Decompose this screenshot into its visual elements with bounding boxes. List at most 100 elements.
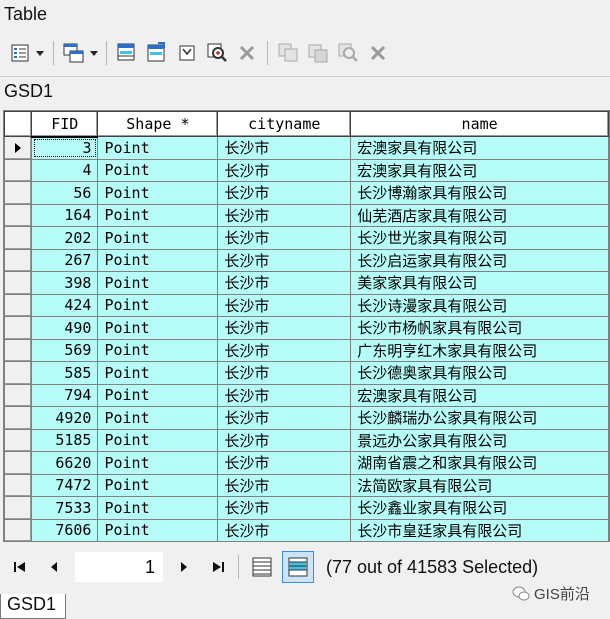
cell-cityname[interactable]: 长沙市: [217, 293, 352, 317]
cell-name[interactable]: 长沙麟瑞办公家具有限公司: [350, 406, 609, 430]
cell-shape[interactable]: Point: [97, 316, 219, 340]
cell-name[interactable]: 长沙德奥家具有限公司: [350, 361, 609, 385]
cell-name[interactable]: 美家家具有限公司: [350, 271, 609, 295]
cell-fid[interactable]: 424: [31, 293, 99, 317]
cell-name[interactable]: 长沙启运家具有限公司: [350, 248, 609, 272]
row-selector[interactable]: [4, 518, 33, 541]
cell-cityname[interactable]: 长沙市: [217, 136, 352, 160]
row-selector[interactable]: [4, 428, 33, 452]
cell-fid[interactable]: 585: [31, 361, 99, 385]
first-record-button[interactable]: [3, 552, 37, 582]
clear-selection-button[interactable]: [174, 40, 200, 66]
cell-shape[interactable]: Point: [97, 293, 219, 317]
cell-fid[interactable]: 267: [31, 248, 99, 272]
related-tables-button[interactable]: [61, 40, 99, 66]
zoom-button[interactable]: [335, 40, 361, 66]
row-selector[interactable]: [4, 451, 33, 475]
cell-shape[interactable]: Point: [97, 518, 219, 541]
row-selector[interactable]: [4, 316, 33, 340]
cell-name[interactable]: 长沙鑫业家具有限公司: [350, 496, 609, 520]
last-record-button[interactable]: [201, 552, 235, 582]
cell-shape[interactable]: Point: [97, 428, 219, 452]
cell-fid[interactable]: 569: [31, 338, 99, 362]
cell-shape[interactable]: Point: [97, 226, 219, 250]
row-selector[interactable]: [4, 293, 33, 317]
cell-cityname[interactable]: 长沙市: [217, 271, 352, 295]
zoom-to-selected-button[interactable]: [204, 40, 230, 66]
cell-cityname[interactable]: 长沙市: [217, 158, 352, 182]
cell-cityname[interactable]: 长沙市: [217, 361, 352, 385]
row-selector[interactable]: [4, 203, 33, 227]
cell-fid[interactable]: 5185: [31, 428, 99, 452]
cell-shape[interactable]: Point: [97, 158, 219, 182]
cell-shape[interactable]: Point: [97, 496, 219, 520]
cell-name[interactable]: 景远办公家具有限公司: [350, 428, 609, 452]
cell-name[interactable]: 长沙市皇廷家具有限公司: [350, 518, 609, 541]
cell-fid[interactable]: 794: [31, 383, 99, 407]
cell-fid[interactable]: 202: [31, 226, 99, 250]
cell-cityname[interactable]: 长沙市: [217, 451, 352, 475]
cell-name[interactable]: 宏澳家具有限公司: [350, 383, 609, 407]
cell-shape[interactable]: Point: [97, 271, 219, 295]
cell-shape[interactable]: Point: [97, 203, 219, 227]
cell-shape[interactable]: Point: [97, 361, 219, 385]
row-selector[interactable]: [4, 136, 33, 160]
cell-shape[interactable]: Point: [97, 451, 219, 475]
cell-name[interactable]: 广东明亨红木家具有限公司: [350, 338, 609, 362]
table-row[interactable]: 202 Point 长沙市 长沙世光家具有限公司: [4, 226, 609, 250]
select-by-attributes-button[interactable]: [114, 40, 140, 66]
cell-name[interactable]: 长沙诗漫家具有限公司: [350, 293, 609, 317]
cell-fid[interactable]: 7533: [31, 496, 99, 520]
row-selector[interactable]: [4, 271, 33, 295]
column-header-cityname[interactable]: cityname: [217, 111, 352, 137]
table-row[interactable]: 7533 Point 长沙市 长沙鑫业家具有限公司: [4, 496, 609, 520]
cell-shape[interactable]: Point: [97, 473, 219, 497]
paste-button[interactable]: [305, 40, 331, 66]
cell-cityname[interactable]: 长沙市: [217, 428, 352, 452]
cell-name[interactable]: 宏澳家具有限公司: [350, 158, 609, 182]
table-row[interactable]: 398 Point 长沙市 美家家具有限公司: [4, 271, 609, 295]
cell-name[interactable]: 宏澳家具有限公司: [350, 136, 609, 160]
table-row[interactable]: 56 Point 长沙市 长沙博瀚家具有限公司: [4, 181, 609, 205]
table-row[interactable]: 267 Point 长沙市 长沙启运家具有限公司: [4, 248, 609, 272]
cell-name[interactable]: 长沙世光家具有限公司: [350, 226, 609, 250]
table-row[interactable]: 4920 Point 长沙市 长沙麟瑞办公家具有限公司: [4, 406, 609, 430]
delete-button[interactable]: [365, 40, 391, 66]
table-row[interactable]: 5185 Point 长沙市 景远办公家具有限公司: [4, 428, 609, 452]
column-header-fid[interactable]: FID: [31, 111, 99, 138]
row-selector[interactable]: [4, 496, 33, 520]
cell-cityname[interactable]: 长沙市: [217, 473, 352, 497]
cell-fid[interactable]: 6620: [31, 451, 99, 475]
table-row[interactable]: 164 Point 长沙市 仙芜酒店家具有限公司: [4, 203, 609, 227]
switch-selection-button[interactable]: [144, 40, 170, 66]
previous-record-button[interactable]: [37, 552, 71, 582]
cell-cityname[interactable]: 长沙市: [217, 406, 352, 430]
cell-cityname[interactable]: 长沙市: [217, 226, 352, 250]
row-selector[interactable]: [4, 226, 33, 250]
column-header-name[interactable]: name: [350, 111, 609, 137]
cell-name[interactable]: 长沙市杨帆家具有限公司: [350, 316, 609, 340]
table-row[interactable]: 794 Point 长沙市 宏澳家具有限公司: [4, 383, 609, 407]
cell-fid[interactable]: 7606: [31, 518, 99, 541]
show-selected-records-button[interactable]: [282, 551, 314, 583]
current-record-input[interactable]: [75, 552, 163, 582]
table-row[interactable]: 424 Point 长沙市 长沙诗漫家具有限公司: [4, 293, 609, 317]
cell-fid[interactable]: 4920: [31, 406, 99, 430]
cell-name[interactable]: 仙芜酒店家具有限公司: [350, 203, 609, 227]
cell-cityname[interactable]: 长沙市: [217, 181, 352, 205]
cell-fid[interactable]: 490: [31, 316, 99, 340]
table-options-button[interactable]: [8, 40, 46, 66]
cell-shape[interactable]: Point: [97, 248, 219, 272]
column-header-shape[interactable]: Shape *: [97, 111, 219, 137]
row-selector[interactable]: [4, 473, 33, 497]
row-selector[interactable]: [4, 406, 33, 430]
cell-shape[interactable]: Point: [97, 383, 219, 407]
table-row[interactable]: 490 Point 长沙市 长沙市杨帆家具有限公司: [4, 316, 609, 340]
row-selector[interactable]: [4, 338, 33, 362]
cell-shape[interactable]: Point: [97, 181, 219, 205]
cell-name[interactable]: 长沙博瀚家具有限公司: [350, 181, 609, 205]
cell-fid[interactable]: 398: [31, 271, 99, 295]
copy-selected-button[interactable]: [275, 40, 301, 66]
cell-name[interactable]: 湖南省震之和家具有限公司: [350, 451, 609, 475]
row-selector-header[interactable]: [4, 111, 33, 137]
